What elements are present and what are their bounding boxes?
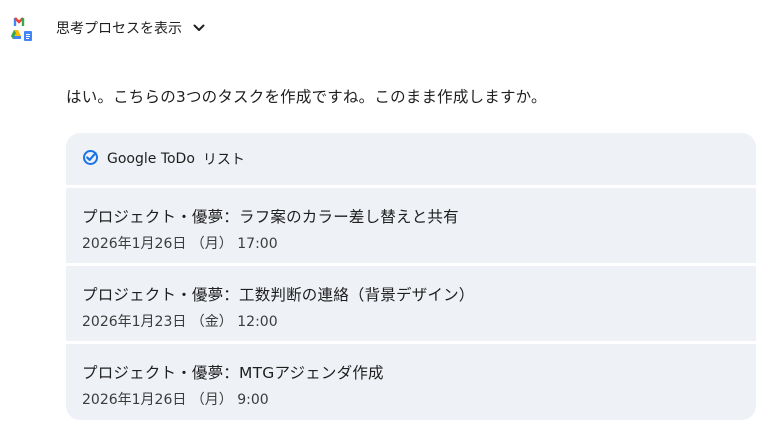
task-item[interactable]: プロジェクト・優夢：ラフ案のカラー差し替えと共有 2026年1月26日 （月） … — [66, 188, 756, 263]
show-thinking-label: 思考プロセスを表示 — [56, 21, 182, 37]
task-date: 2026年1月26日 （月） 9:00 — [82, 392, 269, 408]
task-item[interactable]: プロジェクト・優夢：MTGアジェンダ作成 2026年1月26日 （月） 9:00 — [66, 344, 756, 420]
todo-panel: Google ToDo リスト プロジェクト・優夢：ラフ案のカラー差し替えと共有… — [66, 133, 756, 420]
app-header — [10, 16, 34, 41]
todo-brand: Google ToDo — [107, 151, 195, 167]
assistant-message: はい。こちらの3つのタスクを作成ですね。このまま作成しますか。 — [66, 88, 547, 106]
task-title: プロジェクト・優夢：MTGアジェンダ作成 — [82, 364, 384, 382]
task-date: 2026年1月23日 （金） 12:00 — [82, 314, 278, 330]
workspace-apps-icon — [10, 16, 34, 41]
chevron-down-icon — [192, 21, 206, 35]
task-title: プロジェクト・優夢：工数判断の連絡（背景デザイン） — [82, 286, 475, 304]
todo-panel-header: Google ToDo リスト — [66, 133, 756, 185]
task-title: プロジェクト・優夢：ラフ案のカラー差し替えと共有 — [82, 208, 459, 226]
task-date: 2026年1月26日 （月） 17:00 — [82, 236, 278, 252]
task-item[interactable]: プロジェクト・優夢：工数判断の連絡（背景デザイン） 2026年1月23日 （金）… — [66, 266, 756, 341]
show-thinking-toggle[interactable]: 思考プロセスを表示 — [56, 18, 206, 38]
todo-check-icon — [82, 149, 99, 170]
todo-list-label: リスト — [202, 152, 245, 168]
